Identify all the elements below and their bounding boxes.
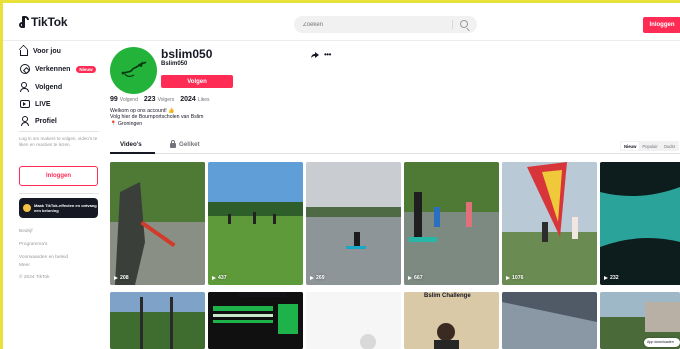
video-card[interactable] [306,292,401,349]
sidebar-divider [19,131,99,132]
tab-liked-label: Geliket [179,141,200,148]
sort-popular[interactable]: Populair [639,142,660,150]
live-icon [20,100,30,108]
search-icon[interactable] [460,20,468,28]
bio-line: 📍 Groningen [110,120,143,127]
video-thumbnail [502,162,597,285]
sidebar-item-for-you[interactable]: Voor jou [20,44,61,58]
top-bar: TikTok Inloggen [3,3,680,41]
new-badge: Nieuw [76,65,96,73]
view-count: 667 [408,275,423,281]
view-count: 269 [310,275,325,281]
footer-link-programs[interactable]: Programma's [19,242,47,247]
play-icon [408,276,412,280]
avatar-logo [121,61,147,77]
sidebar-divider [19,193,99,194]
profile-stats: 99 Volgend 223 Volgers 2024 Likes [110,96,210,103]
video-thumbnail [404,162,499,285]
app-download-pill[interactable]: App downloaden [644,338,680,347]
profile-icon [20,116,30,126]
sidebar: Voor jou Verkennen Nieuw Volgend LIVE Pr… [3,41,103,349]
video-thumbnail [110,292,205,349]
search-divider [452,20,453,29]
search-input[interactable] [303,21,453,28]
video-thumbnail [404,292,499,349]
stat-followers: 223 Volgers [143,96,175,103]
home-icon [20,49,28,56]
play-icon [212,276,216,280]
more-options-icon[interactable]: ••• [324,50,331,59]
tiktok-logo[interactable]: TikTok [19,15,68,29]
login-hint: Log in om makers te volgen, video's te l… [19,136,98,148]
effect-promo-card[interactable]: Maak TikTok-effecten en ontvang een belo… [19,198,98,218]
login-button[interactable]: Inloggen [643,17,680,33]
video-card[interactable]: 1076 [502,162,597,285]
view-count: 232 [604,275,619,281]
sidebar-item-profile[interactable]: Profiel [20,114,57,128]
footer-link-more[interactable]: Meer [19,263,30,268]
people-icon [20,82,30,92]
view-count: 1076 [506,275,524,281]
stat-likes: 2024 Likes [180,96,210,103]
profile-bio: Welkom op ons account! 👍 Volg hier de Bo… [110,108,203,127]
play-icon [604,276,608,280]
view-count: 208 [114,275,129,281]
video-thumbnail [600,162,680,285]
effect-icon [23,204,31,212]
avatar [110,47,157,94]
search-bar[interactable] [294,16,477,33]
footer-link-terms[interactable]: Voorwaarden en beleid [19,255,68,260]
video-card[interactable]: 269 [306,162,401,285]
follow-button[interactable]: Volgen [161,75,233,88]
tab-active-indicator [110,152,155,154]
tab-videos[interactable]: Video's [120,141,142,148]
video-card[interactable]: Bslim Challenge [404,292,499,349]
play-icon [114,276,118,280]
video-thumbnail [110,162,205,285]
sidebar-item-following[interactable]: Volgend [20,80,62,94]
tiktok-logo-icon [19,15,29,29]
play-icon [310,276,314,280]
video-card[interactable]: 437 [208,162,303,285]
sidebar-item-label: Voor jou [33,47,61,55]
profile-nickname: Bslim050 [161,61,188,67]
bio-line: Volg hier de Bournportscholen van Bslim [110,114,204,121]
copyright: © 2024 TikTok [19,275,50,280]
play-icon [506,276,510,280]
sidebar-item-label: Profiel [35,117,57,125]
sort-oldest[interactable]: Oudst [661,142,678,150]
video-thumbnail [502,292,597,349]
tab-liked[interactable]: Geliket [170,140,200,148]
sidebar-item-explore[interactable]: Verkennen Nieuw [20,62,96,76]
profile-username: bslim050 [161,47,213,61]
video-card[interactable]: 232 [600,162,680,285]
sidebar-item-label: Verkennen [35,65,71,73]
stat-following: 99 Volgend [110,96,138,103]
video-thumbnail [208,162,303,285]
video-card[interactable]: OUTDOORWEEK [208,292,303,349]
logo-text: TikTok [31,15,68,29]
sidebar-item-live[interactable]: LIVE [20,97,51,111]
sidebar-login-button[interactable]: Inloggen [19,166,98,186]
profile-tabs: Video's Geliket [110,140,680,154]
video-card[interactable] [502,292,597,349]
sidebar-item-label: Volgend [35,83,63,91]
sort-latest[interactable]: Nieuw [621,142,640,150]
view-count: 437 [212,275,227,281]
effect-promo-text: Maak TikTok-effecten en ontvang een belo… [34,203,97,213]
lock-icon [170,140,176,148]
video-card[interactable]: 208 [110,162,205,285]
video-caption: OUTDOORWEEK [238,293,287,299]
video-caption: Bslim Challenge [424,293,471,299]
video-card[interactable]: 667 [404,162,499,285]
compass-icon [20,64,30,74]
video-thumbnail [306,292,401,349]
share-icon[interactable] [310,51,320,59]
video-thumbnail [306,162,401,285]
sidebar-item-label: LIVE [35,100,51,108]
footer-link-company[interactable]: Bedrijf [19,229,33,234]
video-card[interactable] [110,292,205,349]
sort-toggle: Nieuw Populair Oudst [620,141,679,151]
video-thumbnail [208,292,303,349]
